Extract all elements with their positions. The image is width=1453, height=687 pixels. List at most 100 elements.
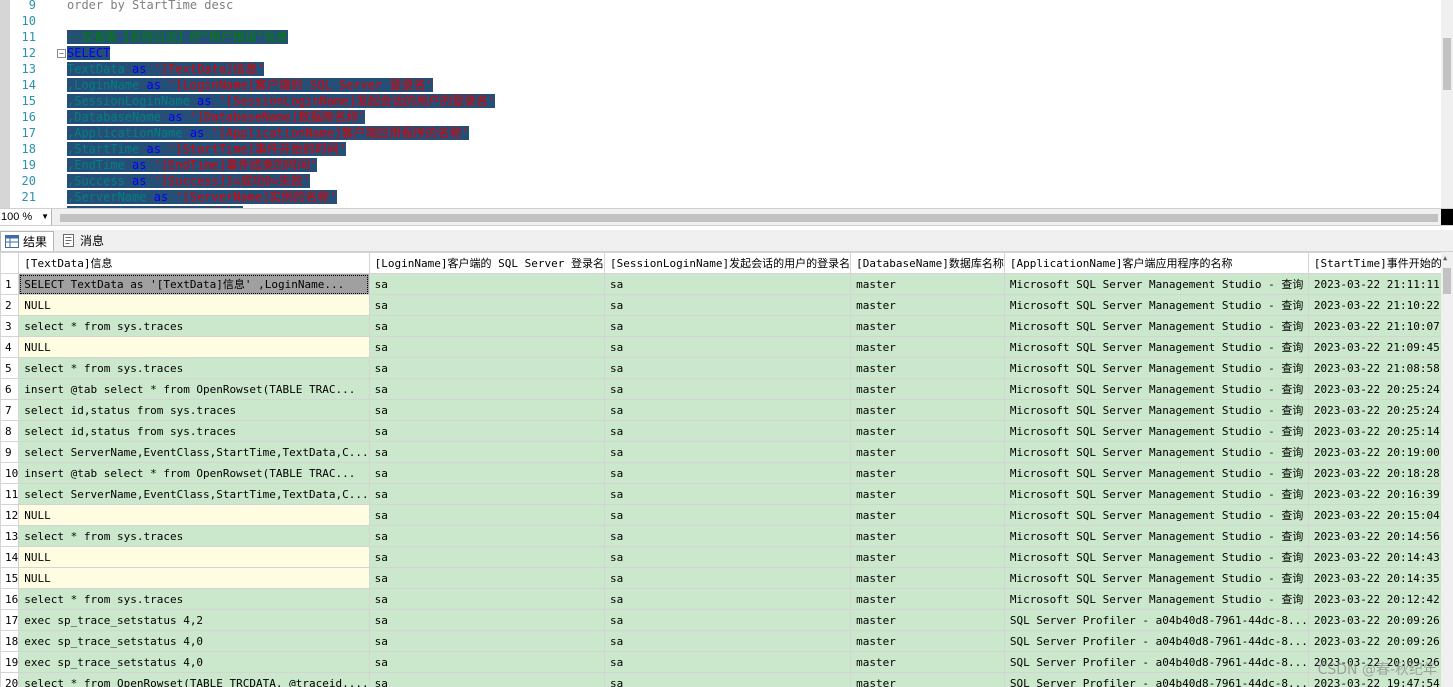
grid-cell[interactable]: 2023-03-22 20:12:42. [1307,588,1441,610]
code-line[interactable]: ,StartTime as '[StartTime]事件开始的时间' [67,141,347,157]
grid-cell[interactable]: select * from OpenRowset(TABLE TRCDATA, … [18,672,370,687]
grid-vertical-scrollbar[interactable]: ▲ [1441,252,1453,687]
row-number-header[interactable] [0,252,20,274]
grid-cell[interactable]: sa [368,378,605,400]
grid-cell[interactable]: SQL Server Profiler - a04b40d8-7961-44dc… [1003,630,1309,652]
table-row[interactable]: 9 select ServerName,EventClass,StartTime,… [0,441,1441,463]
column-header[interactable]: [StartTime]事件开始的 [1307,252,1441,274]
grid-cell[interactable]: sa [368,630,605,652]
grid-cell[interactable]: master [850,336,1005,358]
grid-cell[interactable]: sa [368,420,605,442]
grid-cell[interactable]: sa [368,336,605,358]
grid-cell[interactable]: sa [603,588,852,610]
grid-cell[interactable]: Microsoft SQL Server Management Studio -… [1003,294,1309,316]
column-header[interactable]: [DatabaseName]数据库名称 [850,252,1005,274]
grid-cell[interactable]: master [850,378,1005,400]
grid-cell[interactable]: 2023-03-22 20:14:35. [1307,567,1441,589]
code-line[interactable]: --仅查看【系统日志】的“用户错误”信息 [67,29,288,45]
grid-cell[interactable]: sa [603,609,852,631]
grid-cell[interactable]: NULL [18,567,370,589]
table-row[interactable]: 5 select * from sys.traces sa sa master Micro… [0,357,1441,379]
grid-cell[interactable]: sa [603,273,852,295]
grid-cell[interactable]: sa [368,357,605,379]
table-row[interactable]: 3 select * from sys.traces sa sa master Micro… [0,315,1441,337]
grid-cell[interactable]: insert @tab select * from OpenRowset(TAB… [18,462,370,484]
code-line[interactable]: ,LoginName as '[LoginName]客户端的 SQL Serve… [67,77,433,93]
grid-cell[interactable]: Microsoft SQL Server Management Studio -… [1003,378,1309,400]
grid-cell[interactable]: 2023-03-22 20:09:26. [1307,630,1441,652]
row-number[interactable]: 6 [0,378,20,400]
code-line[interactable]: ,DatabaseName as '[DatabaseName]数据库名称' [67,109,366,125]
grid-cell[interactable]: 2023-03-22 21:09:45. [1307,336,1441,358]
grid-cell[interactable]: sa [603,315,852,337]
grid-cell[interactable]: Microsoft SQL Server Management Studio -… [1003,336,1309,358]
grid-cell[interactable]: Microsoft SQL Server Management Studio -… [1003,273,1309,295]
grid-cell[interactable]: 2023-03-22 21:10:22. [1307,294,1441,316]
grid-cell[interactable]: 2023-03-22 20:18:28. [1307,462,1441,484]
grid-cell[interactable]: sa [603,441,852,463]
row-number[interactable]: 3 [0,315,20,337]
grid-cell[interactable]: master [850,483,1005,505]
grid-cell[interactable]: master [850,399,1005,421]
grid-cell[interactable]: master [850,546,1005,568]
row-number[interactable]: 5 [0,357,20,379]
code-area[interactable]: order by StartTime desc --仅查看【系统日志】的“用户错误… [50,0,1441,208]
editor-scroll-thumb[interactable] [1443,38,1451,90]
tab-results[interactable]: 结果 [0,231,54,251]
code-line[interactable]: ,SessionLoginName as '[SessionLoginName]… [67,93,496,109]
row-number[interactable]: 11 [0,483,20,505]
grid-cell[interactable]: NULL [18,336,370,358]
table-row[interactable]: 2 NULL sa sa master Microsoft SQL Server Mana… [0,294,1441,316]
tab-messages[interactable]: 消息 [58,231,110,251]
table-row[interactable]: 14 NULL sa sa master Microsoft SQL Server Man… [0,546,1441,568]
sql-editor[interactable]: 910111213141516171819202122 order by Sta… [0,0,1453,208]
grid-cell[interactable]: Microsoft SQL Server Management Studio -… [1003,441,1309,463]
fold-toggle-icon[interactable]: − [57,49,66,58]
grid-cell[interactable]: sa [368,672,605,687]
grid-cell[interactable]: master [850,315,1005,337]
grid-cell[interactable]: Microsoft SQL Server Management Studio -… [1003,504,1309,526]
grid-cell[interactable]: sa [368,441,605,463]
grid-cell[interactable]: sa [368,651,605,673]
code-line[interactable]: SELECT [67,45,111,61]
grid-cell[interactable]: master [850,420,1005,442]
grid-cell[interactable]: sa [603,651,852,673]
grid-cell[interactable]: Microsoft SQL Server Management Studio -… [1003,462,1309,484]
grid-cell[interactable]: SQL Server Profiler - a04b40d8-7961-44dc… [1003,609,1309,631]
code-line[interactable]: ,ApplicationName as '[ApplicationName]客户… [67,125,469,141]
table-row[interactable]: 17 exec sp_trace_setstatus 4,2 sa sa master S… [0,609,1441,631]
grid-cell[interactable]: Microsoft SQL Server Management Studio -… [1003,399,1309,421]
zoom-dropdown[interactable]: 100 % ▼ [0,209,52,225]
grid-cell[interactable]: sa [603,567,852,589]
grid-cell[interactable]: sa [603,294,852,316]
grid-cell[interactable]: Microsoft SQL Server Management Studio -… [1003,525,1309,547]
row-number[interactable]: 8 [0,420,20,442]
scroll-up-icon[interactable]: ▲ [1443,254,1447,262]
table-row[interactable]: 11 select ServerName,EventClass,StartTime… [0,483,1441,505]
grid-cell[interactable]: NULL [18,294,370,316]
column-header[interactable]: [ApplicationName]客户端应用程序的名称 [1003,252,1309,274]
column-header[interactable]: [SessionLoginName]发起会话的用户的登录名 [603,252,852,274]
grid-cell[interactable]: master [850,525,1005,547]
grid-cell[interactable]: master [850,462,1005,484]
code-line[interactable]: order by StartTime desc [67,0,233,13]
grid-cell[interactable]: 2023-03-22 20:19:00. [1307,441,1441,463]
row-number[interactable]: 10 [0,462,20,484]
grid-cell[interactable]: Microsoft SQL Server Management Studio -… [1003,546,1309,568]
grid-cell[interactable]: exec sp_trace_setstatus 4,2 [18,609,370,631]
row-number[interactable]: 15 [0,567,20,589]
table-row[interactable]: 7 select id,status from sys.traces sa sa mas… [0,399,1441,421]
grid-cell[interactable]: select * from sys.traces [18,525,370,547]
grid-cell[interactable]: sa [368,462,605,484]
grid-cell[interactable]: master [850,294,1005,316]
row-number[interactable]: 16 [0,588,20,610]
column-header[interactable]: [TextData]信息 [18,252,370,274]
grid-cell[interactable]: select id,status from sys.traces [18,399,370,421]
grid-cell[interactable]: sa [368,609,605,631]
grid-cell[interactable]: sa [603,462,852,484]
horizontal-scroll-thumb[interactable] [60,214,1438,222]
grid-scroll-thumb[interactable] [1443,268,1451,294]
grid-cell[interactable]: 2023-03-22 20:16:39. [1307,483,1441,505]
grid-cell[interactable]: SQL Server Profiler - a04b40d8-7961-44dc… [1003,672,1309,687]
grid-cell[interactable]: select id,status from sys.traces [18,420,370,442]
